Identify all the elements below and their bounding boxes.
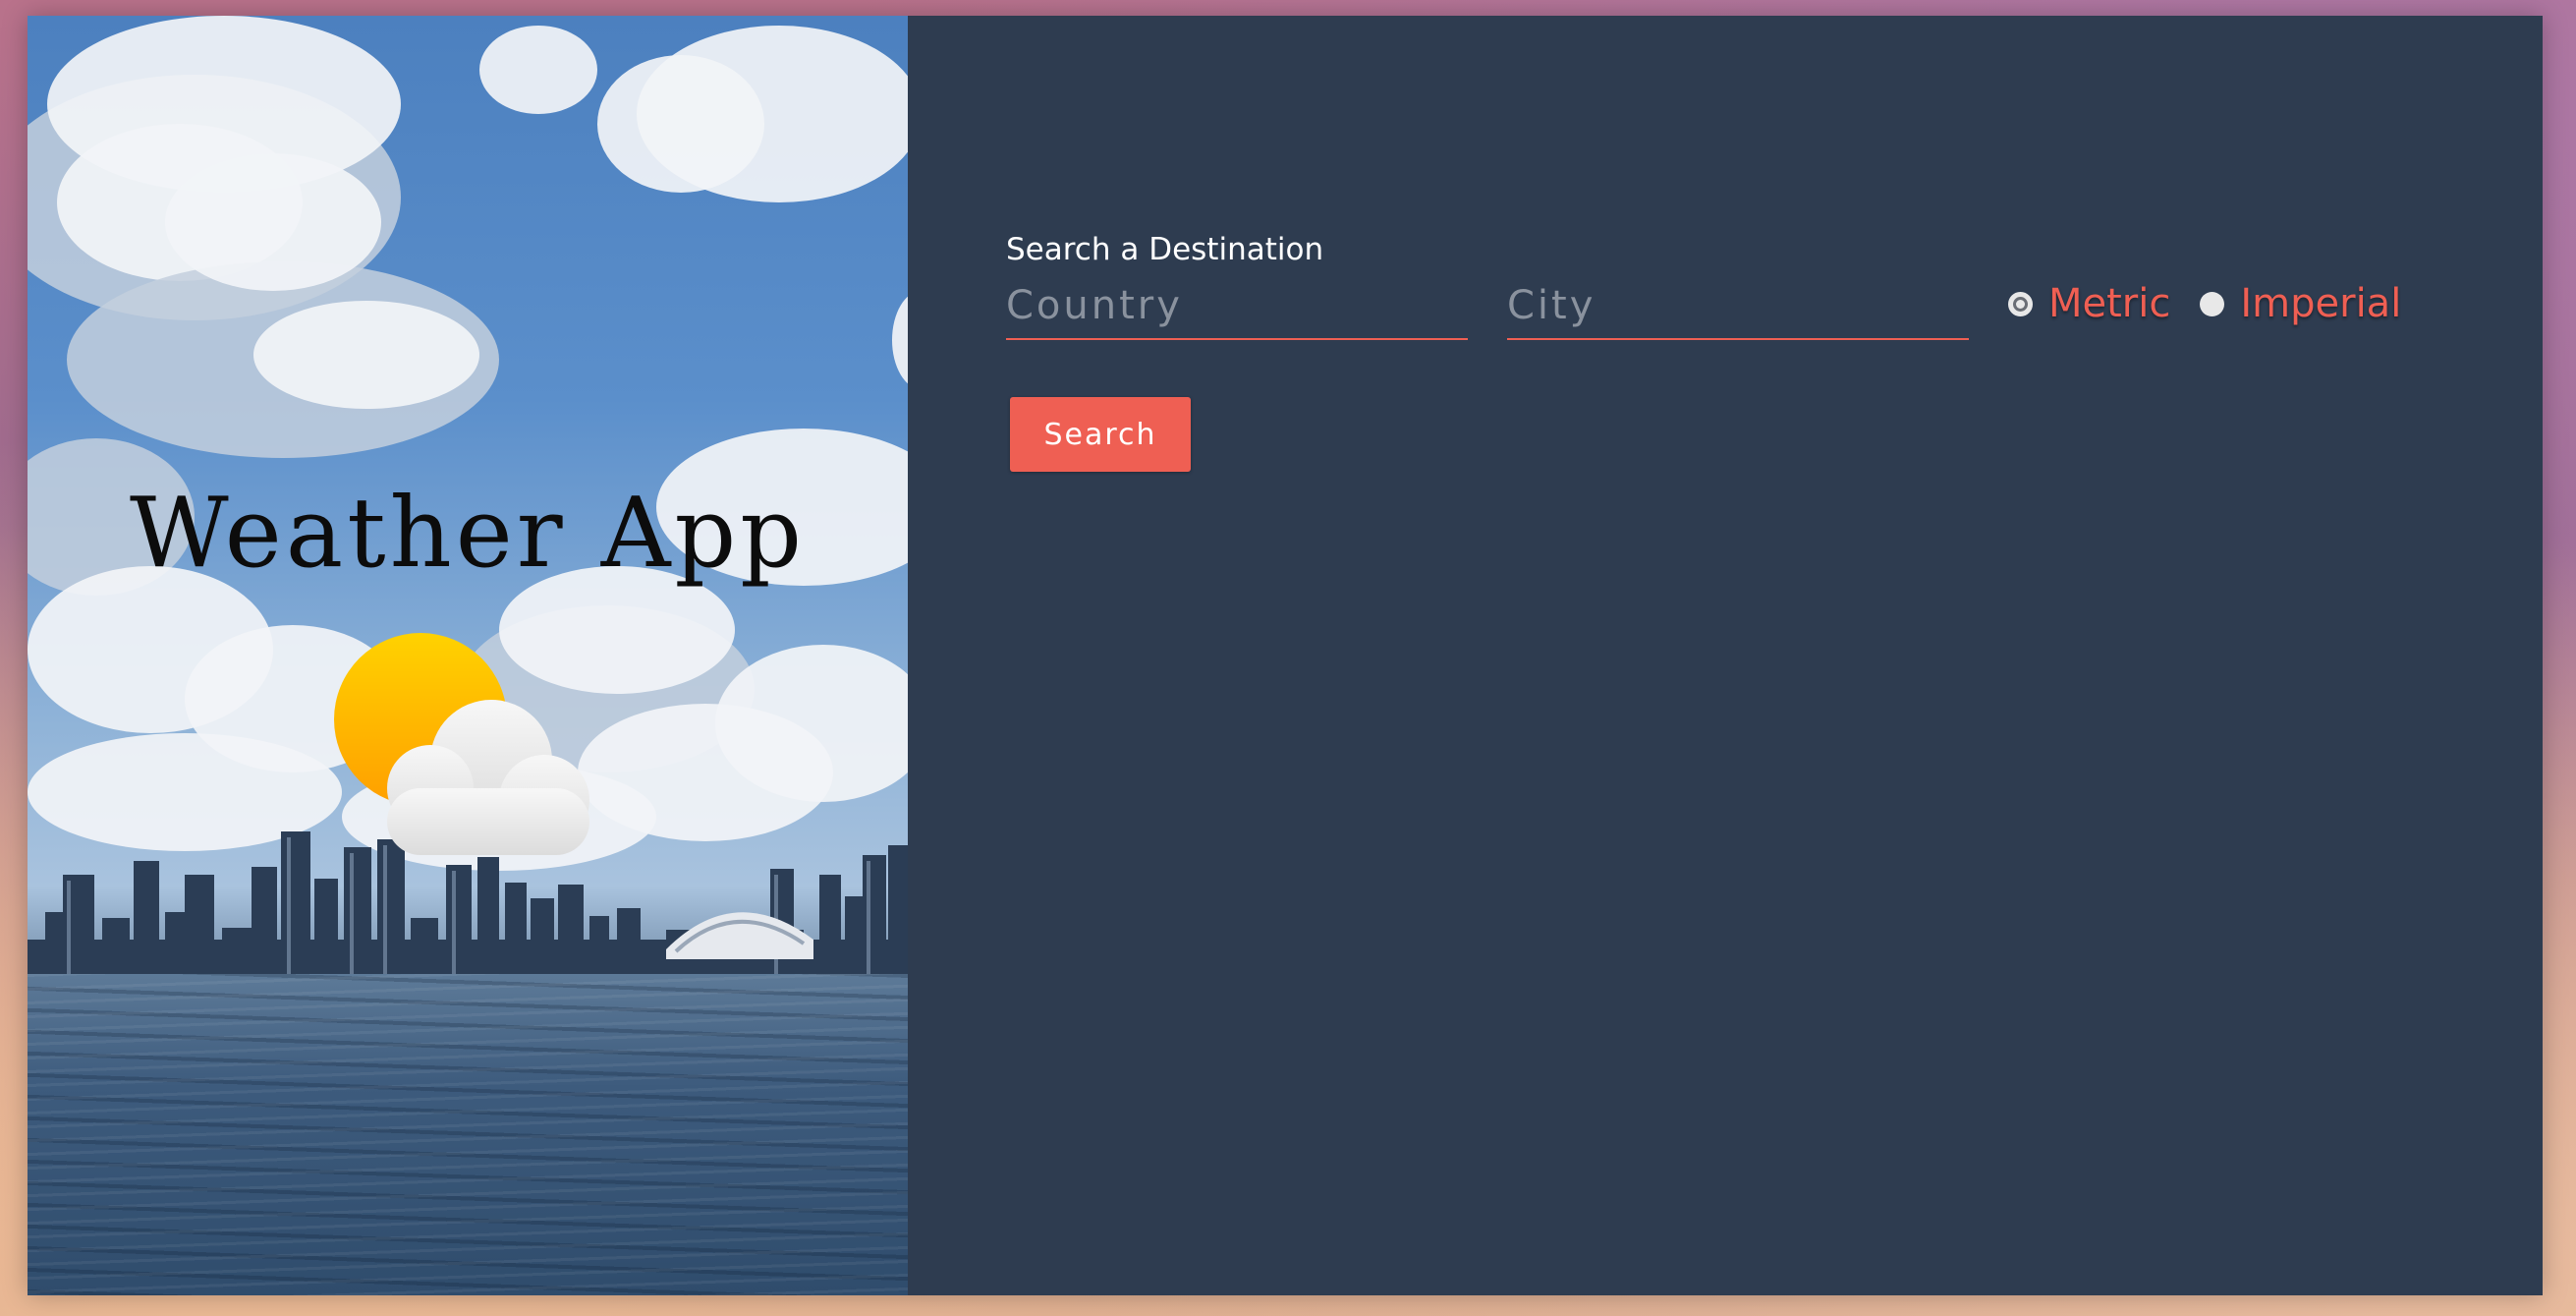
search-form: Search a Destination Metric Imperial Sea… — [1006, 232, 2401, 472]
lake-water — [28, 974, 908, 1295]
search-button[interactable]: Search — [1010, 397, 1191, 472]
imperial-label: Imperial — [2240, 281, 2402, 326]
app-card: Weather App Search a Destination Country… — [28, 16, 2543, 1295]
app-title: Weather App — [130, 478, 806, 590]
imperial-radio-button[interactable] — [2200, 291, 2225, 316]
metric-radio-button[interactable] — [2008, 291, 2033, 316]
city-input[interactable] — [1507, 283, 1969, 340]
search-panel: Search a Destination Metric Imperial Sea… — [908, 16, 2543, 1295]
partly-cloudy-icon — [334, 633, 589, 855]
imperial-radio[interactable]: Imperial — [2200, 281, 2401, 340]
field-row: Metric Imperial — [1006, 281, 2401, 340]
hero-panel: Weather App — [28, 16, 908, 1295]
country-input[interactable] — [1006, 283, 1468, 340]
metric-label: Metric — [2048, 281, 2171, 326]
metric-radio[interactable]: Metric — [2008, 281, 2170, 340]
search-label: Search a Destination — [1006, 232, 1324, 267]
